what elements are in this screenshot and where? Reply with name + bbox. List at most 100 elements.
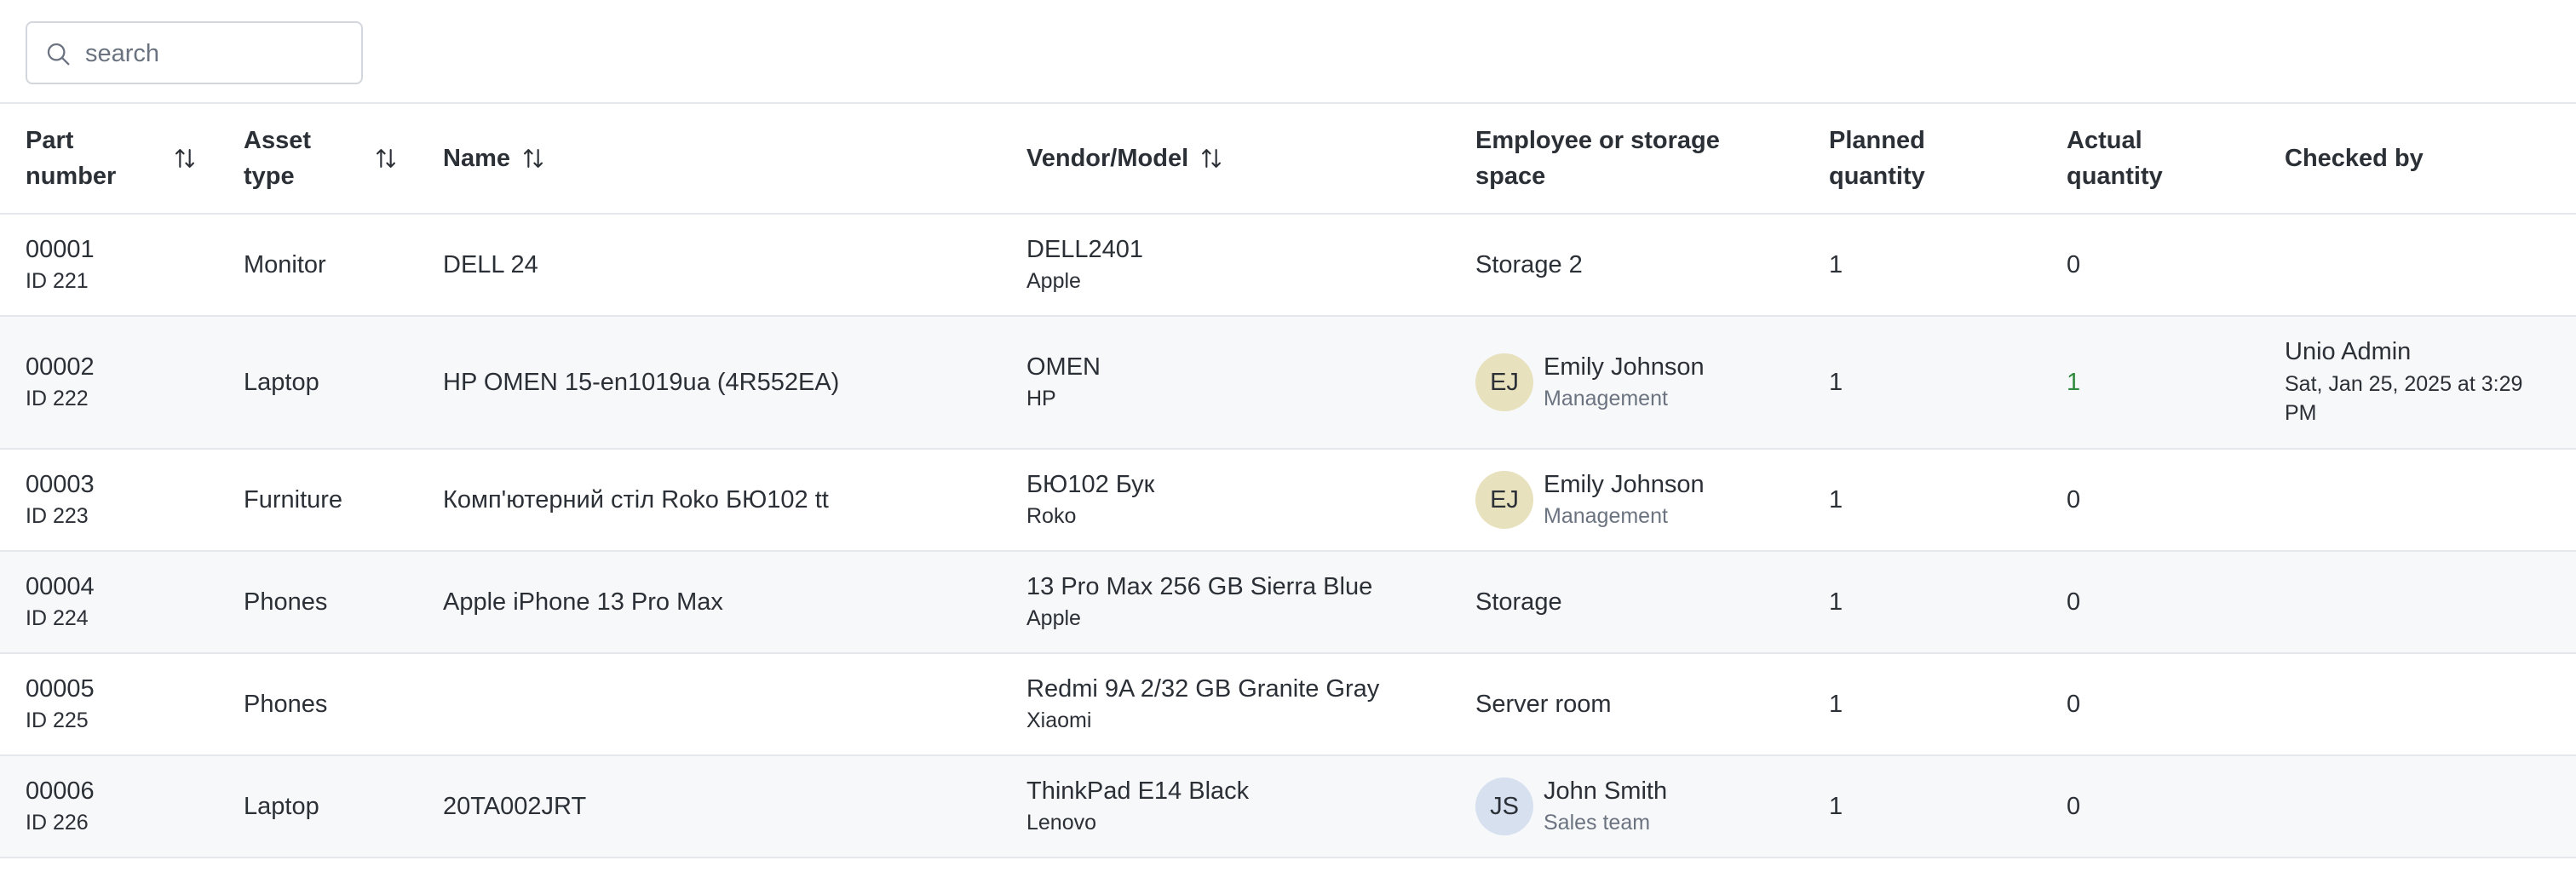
employee-name[interactable]: John Smith bbox=[1544, 777, 1667, 806]
vendor: Roko bbox=[1026, 504, 1077, 528]
column-header-checked-by: Checked by bbox=[2285, 103, 2576, 214]
checked-by-cell bbox=[2285, 551, 2576, 653]
asset-id: ID 226 bbox=[26, 811, 89, 835]
part-number: 00001 bbox=[26, 236, 95, 263]
table-row[interactable]: 00002 ID 222 Laptop HP OMEN 15-en1019ua … bbox=[0, 316, 2576, 449]
asset-name bbox=[443, 653, 1026, 755]
checked-by-cell: Unio Admin Sat, Jan 25, 2025 at 3:29 PM bbox=[2285, 316, 2576, 449]
planned-quantity: 1 bbox=[1829, 485, 1843, 513]
actual-quantity: 1 bbox=[2067, 368, 2081, 396]
asset-name: HP OMEN 15-en1019ua (4R552EA) bbox=[443, 368, 840, 396]
asset-type: Laptop bbox=[244, 792, 319, 820]
planned-quantity: 1 bbox=[1829, 250, 1843, 278]
column-header-asset-type[interactable]: Asset type bbox=[244, 103, 443, 214]
vendor-model-cell: ThinkPad E14 Black Lenovo bbox=[1026, 755, 1475, 858]
asset-id: ID 221 bbox=[26, 269, 89, 293]
toolbar bbox=[0, 0, 2576, 102]
asset-name: DELL 24 bbox=[443, 250, 538, 278]
asset-type: Phones bbox=[244, 588, 328, 616]
table-row[interactable]: 00004 ID 224 Phones Apple iPhone 13 Pro … bbox=[0, 551, 2576, 653]
part-number-cell: 00001 ID 221 bbox=[0, 214, 244, 316]
actual-quantity: 0 bbox=[2067, 250, 2081, 278]
checked-by-name: Unio Admin bbox=[2285, 337, 2412, 365]
planned-quantity: 1 bbox=[1829, 368, 1843, 396]
planned-quantity: 1 bbox=[1829, 792, 1843, 820]
table-header-row: Part number Asset type Name Vendor/Model… bbox=[0, 103, 2576, 214]
asset-type: Laptop bbox=[244, 368, 319, 396]
asset-name: Apple iPhone 13 Pro Max bbox=[443, 588, 723, 616]
storage-location: Storage 2 bbox=[1475, 250, 1583, 278]
sort-icon[interactable] bbox=[519, 144, 548, 173]
part-number: 00005 bbox=[26, 675, 95, 703]
column-label: Vendor/Model bbox=[1026, 145, 1189, 172]
vendor: Lenovo bbox=[1026, 811, 1097, 835]
model: DELL2401 bbox=[1026, 236, 1144, 263]
table-row[interactable]: 00006 ID 226 Laptop 20TA002JRT ThinkPad … bbox=[0, 755, 2576, 858]
part-number: 00004 bbox=[26, 573, 95, 600]
checked-by-cell bbox=[2285, 755, 2576, 858]
model: Redmi 9A 2/32 GB Granite Gray bbox=[1026, 675, 1380, 703]
column-label: Checked by bbox=[2285, 145, 2424, 172]
column-header-employee: Employee or storage space bbox=[1475, 103, 1829, 214]
vendor-model-cell: OMEN HP bbox=[1026, 316, 1475, 449]
part-number-cell: 00005 ID 225 bbox=[0, 653, 244, 755]
checked-by-cell bbox=[2285, 449, 2576, 551]
planned-quantity: 1 bbox=[1829, 690, 1843, 718]
employee-name[interactable]: Emily Johnson bbox=[1544, 471, 1705, 499]
part-number-cell: 00002 ID 222 bbox=[0, 316, 244, 449]
employee-name[interactable]: Emily Johnson bbox=[1544, 353, 1705, 382]
asset-name: 20TA002JRT bbox=[443, 792, 587, 820]
avatar[interactable]: JS bbox=[1475, 777, 1533, 835]
column-header-name[interactable]: Name bbox=[443, 103, 1026, 214]
employee-department: Management bbox=[1544, 504, 1668, 528]
actual-quantity: 0 bbox=[2067, 792, 2081, 820]
search-input[interactable] bbox=[85, 35, 349, 72]
asset-type: Monitor bbox=[244, 250, 326, 278]
part-number: 00003 bbox=[26, 471, 95, 498]
actual-quantity: 0 bbox=[2067, 588, 2081, 616]
asset-id: ID 225 bbox=[26, 708, 89, 732]
avatar[interactable]: EJ bbox=[1475, 353, 1533, 411]
sort-icon[interactable] bbox=[170, 144, 199, 173]
employee-cell: EJ Emily Johnson Management bbox=[1475, 449, 1829, 551]
storage-location: Server room bbox=[1475, 690, 1612, 718]
checked-by-date: Sat, Jan 25, 2025 at 3:29 PM bbox=[2285, 371, 2523, 425]
vendor-model-cell: 13 Pro Max 256 GB Sierra Blue Apple bbox=[1026, 551, 1475, 653]
planned-quantity: 1 bbox=[1829, 588, 1843, 616]
column-label: Part number bbox=[26, 127, 117, 190]
column-label: Employee or storage space bbox=[1475, 127, 1720, 190]
vendor: HP bbox=[1026, 387, 1056, 410]
employee-department: Management bbox=[1544, 387, 1668, 410]
part-number-cell: 00006 ID 226 bbox=[0, 755, 244, 858]
column-label: Planned quantity bbox=[1829, 127, 1925, 190]
asset-type: Phones bbox=[244, 690, 328, 718]
employee-department: Sales team bbox=[1544, 811, 1651, 835]
table-row[interactable]: 00005 ID 225 Phones Redmi 9A 2/32 GB Gra… bbox=[0, 653, 2576, 755]
column-header-planned: Planned quantity bbox=[1829, 103, 2067, 214]
model: OMEN bbox=[1026, 353, 1101, 381]
actual-quantity: 0 bbox=[2067, 690, 2081, 718]
asset-id: ID 222 bbox=[26, 387, 89, 410]
column-header-part-number[interactable]: Part number bbox=[0, 103, 244, 214]
asset-name: Комп'ютерний стіл Roko БЮ102 tt bbox=[443, 485, 829, 513]
table-row[interactable]: 00003 ID 223 Furniture Комп'ютерний стіл… bbox=[0, 449, 2576, 551]
column-header-actual: Actual quantity bbox=[2067, 103, 2285, 214]
sort-icon[interactable] bbox=[371, 144, 400, 173]
table-row[interactable]: 00001 ID 221 Monitor DELL 24 DELL2401 Ap… bbox=[0, 214, 2576, 316]
model: 13 Pro Max 256 GB Sierra Blue bbox=[1026, 573, 1373, 600]
vendor-model-cell: Redmi 9A 2/32 GB Granite Gray Xiaomi bbox=[1026, 653, 1475, 755]
part-number-cell: 00004 ID 224 bbox=[0, 551, 244, 653]
sort-icon[interactable] bbox=[1197, 144, 1226, 173]
search-box[interactable] bbox=[26, 21, 363, 84]
column-label: Name bbox=[443, 145, 510, 172]
column-header-vendor-model[interactable]: Vendor/Model bbox=[1026, 103, 1475, 214]
checked-by-cell bbox=[2285, 214, 2576, 316]
checked-by-cell bbox=[2285, 653, 2576, 755]
model: БЮ102 Бук bbox=[1026, 471, 1155, 498]
search-icon bbox=[47, 43, 70, 66]
actual-quantity: 0 bbox=[2067, 485, 2081, 513]
avatar[interactable]: EJ bbox=[1475, 471, 1533, 529]
employee-cell: JS John Smith Sales team bbox=[1475, 755, 1829, 858]
vendor: Apple bbox=[1026, 606, 1081, 630]
asset-id: ID 224 bbox=[26, 606, 89, 630]
